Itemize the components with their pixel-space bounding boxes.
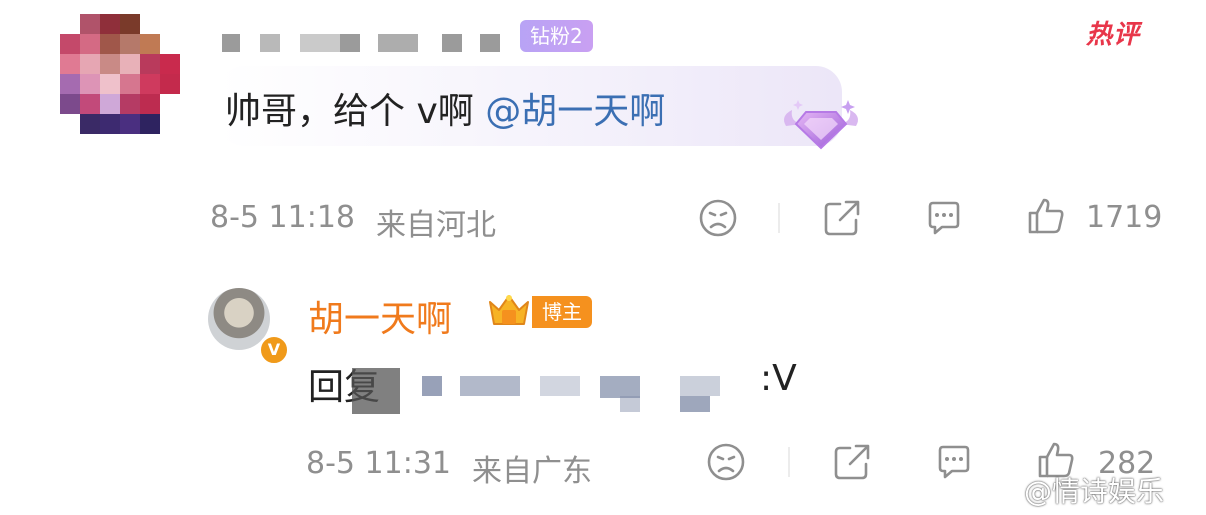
hot-comment-tag: 热评: [1086, 20, 1141, 50]
comment-text-body: 帅哥，给个 v啊: [225, 91, 474, 132]
fan-level-label: 钻粉2: [530, 24, 583, 48]
action-divider: [778, 203, 780, 233]
reply-comment-icon[interactable]: [934, 442, 974, 482]
like-thumb-icon[interactable]: [1026, 196, 1066, 236]
blogger-badge: 博主: [532, 296, 592, 328]
reply-suffix: :V: [760, 358, 797, 399]
commenter-name-redacted[interactable]: [222, 34, 522, 52]
reply-author-name[interactable]: 胡一天啊: [308, 290, 452, 342]
reply-target-redacted: [352, 368, 752, 414]
reply-share-icon[interactable]: [832, 442, 872, 482]
reply-location: 来自广东: [472, 454, 592, 489]
diamond-fan-icon: [784, 100, 858, 150]
comment-like-count: 1719: [1086, 200, 1163, 235]
reply-action-divider: [788, 447, 790, 477]
reply-timestamp: 8-5 11:31: [306, 446, 451, 481]
comment-text: 帅哥，给个 v啊 @胡一天啊: [225, 82, 665, 134]
crown-icon: [489, 295, 529, 325]
share-icon[interactable]: [822, 198, 862, 238]
dislike-face-icon[interactable]: [698, 198, 738, 238]
weibo-watermark: @情诗娱乐: [1024, 475, 1165, 508]
comment-icon[interactable]: [924, 198, 964, 238]
commenter-avatar[interactable]: [60, 14, 180, 134]
reply-dislike-face-icon[interactable]: [706, 442, 746, 482]
comment-timestamp: 8-5 11:18: [210, 200, 355, 235]
mention-link[interactable]: @胡一天啊: [485, 91, 665, 132]
fan-level-badge: 钻粉2: [520, 20, 593, 52]
comment-location: 来自河北: [376, 208, 496, 243]
verified-icon: V: [258, 334, 290, 366]
